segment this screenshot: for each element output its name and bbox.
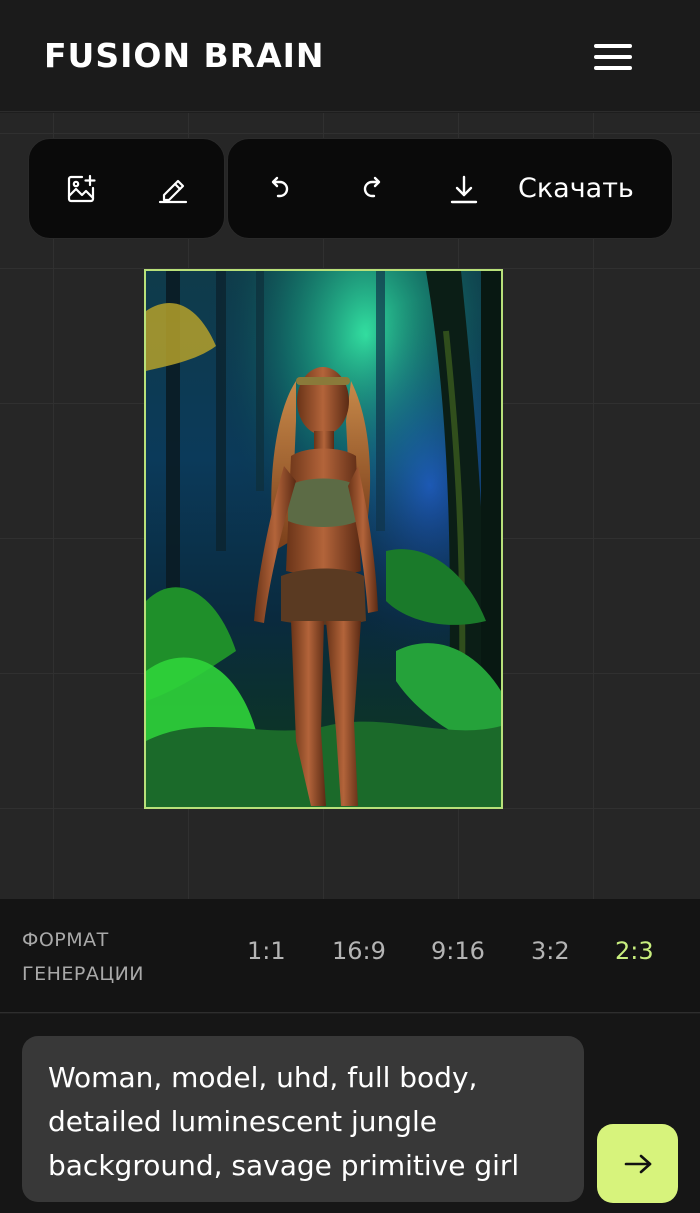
redo-icon[interactable] [352,169,392,209]
prompt-input[interactable]: Woman, model, uhd, full body, detailed l… [22,1036,584,1202]
download-button-label[interactable]: Скачать [518,173,634,204]
toolbar-right-group: Скачать [227,138,673,239]
prompt-area: Woman, model, uhd, full body, detailed l… [0,1014,700,1213]
app-header: FUSION BRAIN [0,0,700,112]
ratio-option-16-9[interactable]: 16:9 [332,937,386,965]
toolbar-left-group [28,138,225,239]
ratio-option-3-2[interactable]: 3:2 [531,937,570,965]
format-label: ФОРМАТ ГЕНЕРАЦИИ [22,923,182,991]
format-label-line2: ГЕНЕРАЦИИ [22,963,145,985]
add-image-icon[interactable] [61,169,101,209]
ratio-option-9-16[interactable]: 9:16 [431,937,485,965]
generated-image[interactable] [144,269,503,809]
app-logo[interactable]: FUSION BRAIN [44,36,325,75]
download-icon[interactable] [444,169,484,209]
ratio-option-1-1[interactable]: 1:1 [247,937,286,965]
format-label-line1: ФОРМАТ [22,929,109,951]
hamburger-menu-icon[interactable] [590,40,636,74]
arrow-right-icon [624,1154,651,1173]
eraser-edit-icon[interactable] [153,169,193,209]
format-selector: ФОРМАТ ГЕНЕРАЦИИ 1:1 16:9 9:16 3:2 2:3 [0,899,700,1013]
undo-icon[interactable] [260,169,300,209]
send-button[interactable] [597,1124,678,1203]
ratio-option-2-3[interactable]: 2:3 [615,937,654,965]
